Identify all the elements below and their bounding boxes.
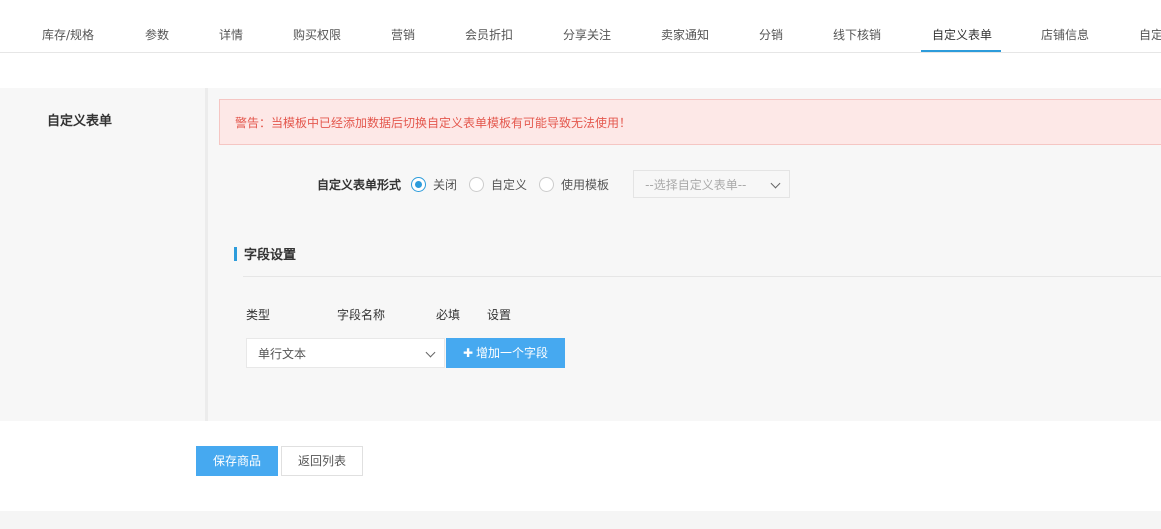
field-type-value: 单行文本 [258,347,307,361]
tab-purchase-permission[interactable]: 购买权限 [293,0,341,52]
tab-store-info[interactable]: 店铺信息 [1041,0,1089,52]
field-settings-heading: 字段设置 [234,244,296,263]
tab-label: 卖家通知 [661,28,710,42]
form-mode-row: 自定义表单形式 关闭 自定义 使用模板 --选择自定义表单-- [317,170,791,198]
active-tab-indicator [921,50,1001,52]
column-header-required: 必填 [436,308,461,322]
divider [243,276,1161,277]
tab-label: 库存/规格 [42,28,95,42]
template-select[interactable]: --选择自定义表单-- [633,170,791,198]
field-type-select[interactable]: 单行文本 [246,338,445,368]
tab-marketing[interactable]: 营销 [391,0,415,52]
add-field-label: 增加一个字段 [476,346,549,360]
tab-share-follow[interactable]: 分享关注 [563,0,611,52]
column-header-field-name: 字段名称 [337,308,386,322]
column-header-settings: 设置 [487,308,512,322]
tab-offline-verify[interactable]: 线下核销 [833,0,881,52]
heading-accent-bar [234,246,237,261]
section-content: 警告：当模板中已经添加数据后切换自定义表单模板有可能导致无法使用！ 自定义表单形… [208,88,1161,421]
tab-params[interactable]: 参数 [145,0,169,52]
radio-unchecked-icon [469,176,485,192]
tab-label: 参数 [145,28,170,42]
tab-label: 自定义表单 [932,28,993,42]
column-header-type: 类型 [246,308,271,322]
tab-member-discount[interactable]: 会员折扣 [465,0,513,52]
radio-checked-icon [411,176,427,192]
tab-label: 购买权限 [293,28,342,42]
chevron-down-icon [770,178,781,189]
radio-custom[interactable]: 自定义 [469,176,527,193]
radio-unchecked-icon [539,176,555,192]
tab-label: 分销 [759,28,784,42]
tab-label: 自定 [1139,28,1161,42]
footer-band [0,511,1161,529]
warning-alert: 警告：当模板中已经添加数据后切换自定义表单模板有可能导致无法使用！ [219,99,1161,145]
radio-label: 关闭 [433,177,458,192]
form-mode-label: 自定义表单形式 [317,177,402,192]
save-product-button[interactable]: 保存商品 [196,446,278,476]
custom-form-panel: 自定义表单 警告：当模板中已经添加数据后切换自定义表单模板有可能导致无法使用！ … [0,88,1161,421]
tab-custom-more[interactable]: 自定 [1139,0,1161,52]
chevron-down-icon [425,347,436,358]
tab-label: 营销 [391,28,416,42]
template-select-value: --选择自定义表单-- [645,178,747,192]
section-label-column: 自定义表单 [0,88,208,421]
tab-details[interactable]: 详情 [219,0,243,52]
tab-distribution[interactable]: 分销 [759,0,783,52]
tab-label: 分享关注 [563,28,612,42]
plus-icon: ✚ [462,346,474,360]
tab-label: 店铺信息 [1041,28,1090,42]
radio-use-template[interactable]: 使用模板 [539,176,609,193]
tab-stock-spec[interactable]: 库存/规格 [42,0,94,52]
tab-bar: 库存/规格 参数 详情 购买权限 营销 会员折扣 分享关注 卖家通知 分销 线下… [0,0,1161,53]
tab-custom-form[interactable]: 自定义表单 [932,0,992,52]
section-title: 自定义表单 [47,114,113,129]
field-settings-title: 字段设置 [244,248,297,263]
tab-seller-notice[interactable]: 卖家通知 [661,0,709,52]
radio-label: 自定义 [491,177,528,192]
tab-label: 线下核销 [833,28,882,42]
tab-label: 详情 [219,28,244,42]
tab-label: 会员折扣 [465,28,514,42]
radio-label: 使用模板 [561,177,610,192]
radio-close[interactable]: 关闭 [411,176,457,193]
back-to-list-button[interactable]: 返回列表 [281,446,363,476]
add-field-button[interactable]: ✚ 增加一个字段 [446,338,565,368]
